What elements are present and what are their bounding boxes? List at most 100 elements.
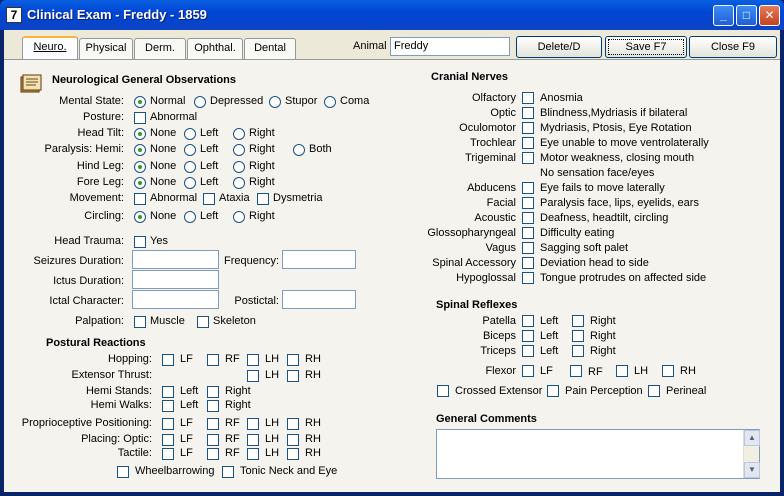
mental-depressed-radio[interactable] (194, 96, 206, 108)
delete-button[interactable]: Delete/D (516, 36, 602, 58)
proprio-rh-checkbox[interactable] (287, 418, 299, 430)
circling-right-radio[interactable] (233, 211, 245, 223)
movement-abnormal-checkbox[interactable] (134, 193, 146, 205)
mental-stupor-radio[interactable] (269, 96, 281, 108)
biceps-right-checkbox[interactable] (572, 330, 584, 342)
tonic-neck-checkbox[interactable] (222, 466, 234, 478)
oculomotor-checkbox[interactable] (522, 122, 534, 134)
head-tilt-left-radio[interactable] (184, 128, 196, 140)
wheelbarrowing-checkbox[interactable] (117, 466, 129, 478)
paralysis-right-radio[interactable] (233, 144, 245, 156)
tab-derm[interactable]: Derm. (134, 38, 186, 59)
hind-leg-left-radio[interactable] (184, 161, 196, 173)
head-tilt-right-radio[interactable] (233, 128, 245, 140)
movement-ataxia-checkbox[interactable] (203, 193, 215, 205)
ictus-duration-field[interactable] (132, 270, 219, 289)
proprio-lh-checkbox[interactable] (247, 418, 259, 430)
spinal-accessory-checkbox[interactable] (522, 257, 534, 269)
tab-neuro[interactable]: Neuro. (22, 36, 78, 59)
proprio-rf-checkbox[interactable] (207, 418, 219, 430)
hopping-lf-checkbox[interactable] (162, 354, 174, 366)
tactile-lf-checkbox[interactable] (162, 448, 174, 460)
head-tilt-none-radio[interactable] (134, 128, 146, 140)
paralysis-left-radio[interactable] (184, 144, 196, 156)
palpation-skeleton-checkbox[interactable] (197, 316, 209, 328)
facial-checkbox[interactable] (522, 197, 534, 209)
perineal-checkbox[interactable] (648, 385, 660, 397)
fore-leg-left-radio[interactable] (184, 177, 196, 189)
mental-coma-radio[interactable] (324, 96, 336, 108)
circling-left-radio[interactable] (184, 211, 196, 223)
placing-rh-checkbox[interactable] (287, 434, 299, 446)
hopping-lh-checkbox[interactable] (247, 354, 259, 366)
biceps-left-checkbox[interactable] (522, 330, 534, 342)
hemi-walks-right-checkbox[interactable] (207, 400, 219, 412)
mental-normal-radio[interactable] (134, 96, 146, 108)
glossopharyngeal-checkbox[interactable] (522, 227, 534, 239)
close-button[interactable]: Close F9 (689, 36, 777, 58)
tactile-lh-checkbox[interactable] (247, 448, 259, 460)
triceps-left-checkbox[interactable] (522, 345, 534, 357)
vagus-checkbox[interactable] (522, 242, 534, 254)
seizures-duration-field[interactable] (132, 250, 219, 269)
flexor-lf-checkbox[interactable] (522, 365, 534, 377)
posture-abnormal-checkbox[interactable] (134, 112, 146, 124)
flexor-lh-checkbox[interactable] (616, 365, 628, 377)
fore-leg-none-radio[interactable] (134, 177, 146, 189)
hopping-rh-checkbox[interactable] (287, 354, 299, 366)
crossed-extensor-checkbox[interactable] (437, 385, 449, 397)
spinal-accessory-finding: Deviation head to side (540, 257, 649, 269)
hopping-rf-checkbox[interactable] (207, 354, 219, 366)
head-trauma-yes-checkbox[interactable] (134, 236, 146, 248)
paralysis-both-radio[interactable] (293, 144, 305, 156)
movement-dysmetria-checkbox[interactable] (257, 193, 269, 205)
comments-scrollbar[interactable]: ▲ ▼ (743, 430, 760, 478)
optic-checkbox[interactable] (522, 107, 534, 119)
tab-dental[interactable]: Dental (244, 38, 296, 59)
frequency-field[interactable] (282, 250, 356, 269)
circling-none-radio[interactable] (134, 211, 146, 223)
scroll-up-icon[interactable]: ▲ (744, 430, 760, 446)
hind-leg-none-radio[interactable] (134, 161, 146, 173)
patella-left-checkbox[interactable] (522, 315, 534, 327)
tab-physical[interactable]: Physical (79, 38, 133, 59)
palpation-muscle-checkbox[interactable] (134, 316, 146, 328)
hypoglossal-checkbox[interactable] (522, 272, 534, 284)
hemi-stands-right-checkbox[interactable] (207, 386, 219, 398)
fore-leg-right-radio[interactable] (233, 177, 245, 189)
close-window-button[interactable]: ✕ (759, 5, 780, 26)
flexor-rf-checkbox[interactable] (570, 365, 582, 377)
ictal-character-field[interactable] (132, 290, 219, 309)
hemi-stands-left-checkbox[interactable] (162, 386, 174, 398)
trigeminal-checkbox[interactable] (522, 152, 534, 164)
flexor-rh-checkbox[interactable] (662, 365, 674, 377)
tactile-rh-checkbox[interactable] (287, 448, 299, 460)
acoustic-checkbox[interactable] (522, 212, 534, 224)
minimize-button[interactable]: _ (713, 5, 734, 26)
save-button[interactable]: Save F7 (605, 36, 687, 58)
animal-field[interactable]: Freddy (390, 37, 510, 56)
title-bar[interactable]: 7 Clinical Exam - Freddy - 1859 _ □ ✕ (0, 0, 784, 30)
placing-lf-checkbox[interactable] (162, 434, 174, 446)
abducens-checkbox[interactable] (522, 182, 534, 194)
olfactory-checkbox[interactable] (522, 92, 534, 104)
paralysis-none-radio[interactable] (134, 144, 146, 156)
hind-leg-right-radio[interactable] (233, 161, 245, 173)
pain-perception-checkbox[interactable] (547, 385, 559, 397)
patella-right-checkbox[interactable] (572, 315, 584, 327)
tab-ophthal[interactable]: Ophthal. (187, 38, 243, 59)
acoustic-label: Acoustic (474, 212, 516, 224)
triceps-right-checkbox[interactable] (572, 345, 584, 357)
placing-lh-checkbox[interactable] (247, 434, 259, 446)
tactile-rf-checkbox[interactable] (207, 448, 219, 460)
extensor-lh-checkbox[interactable] (247, 370, 259, 382)
hemi-walks-left-checkbox[interactable] (162, 400, 174, 412)
proprio-lf-checkbox[interactable] (162, 418, 174, 430)
placing-rf-checkbox[interactable] (207, 434, 219, 446)
postictal-field[interactable] (282, 290, 356, 309)
comments-textarea[interactable]: ▲ ▼ (436, 429, 760, 479)
maximize-button[interactable]: □ (736, 5, 757, 26)
trochlear-checkbox[interactable] (522, 137, 534, 149)
scroll-down-icon[interactable]: ▼ (744, 462, 760, 478)
extensor-rh-checkbox[interactable] (287, 370, 299, 382)
